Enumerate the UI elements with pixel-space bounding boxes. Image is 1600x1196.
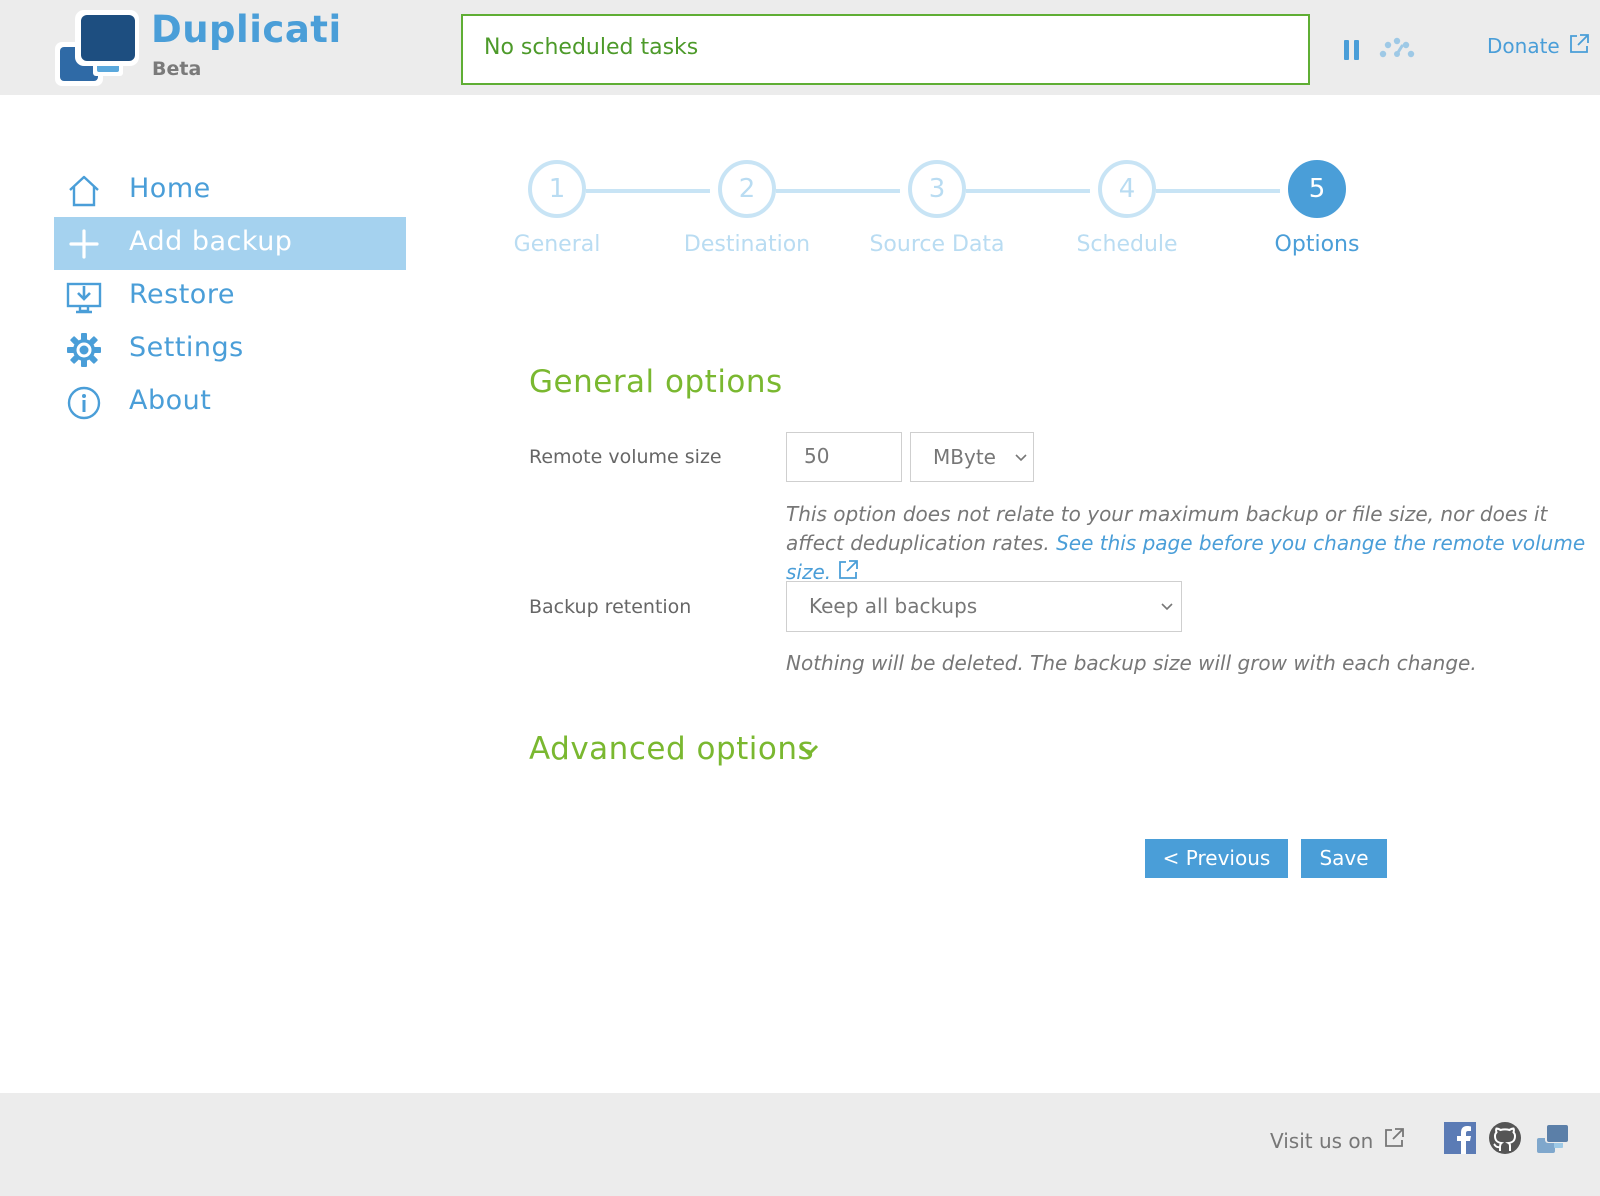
- step-label: Source Data: [869, 232, 1005, 257]
- duplicati-forum-icon[interactable]: [1536, 1121, 1570, 1155]
- pause-icon[interactable]: [1343, 38, 1361, 62]
- external-link-icon: [1385, 1128, 1404, 1147]
- sidebar-item-add-backup[interactable]: Add backup: [54, 217, 406, 270]
- donate-link[interactable]: Donate: [1487, 34, 1560, 58]
- facebook-icon[interactable]: [1443, 1121, 1477, 1155]
- throttle-icon[interactable]: [1378, 36, 1416, 60]
- backup-retention-help: Nothing will be deleted. The backup size…: [786, 651, 1477, 675]
- sidebar-item-restore[interactable]: Restore: [54, 270, 406, 323]
- step-source-data[interactable]: 3 Source Data: [842, 160, 1032, 257]
- sidebar-item-settings[interactable]: Settings: [54, 323, 406, 376]
- top-header: Duplicati Beta No scheduled tasks Donate: [0, 0, 1600, 95]
- step-options[interactable]: 5 Options: [1222, 160, 1412, 257]
- step-number: 5: [1288, 160, 1346, 218]
- wizard-stepper: 1 General 2 Destination 3 Source Data 4 …: [514, 160, 1400, 270]
- page-footer: Visit us on: [0, 1093, 1600, 1196]
- sidebar-item-home[interactable]: Home: [54, 164, 406, 217]
- step-number: 3: [908, 160, 966, 218]
- home-icon: [69, 175, 99, 207]
- remote-volume-size-input[interactable]: 50: [786, 432, 902, 482]
- backup-retention-label: Backup retention: [529, 596, 692, 618]
- chevron-down-icon: [1015, 454, 1027, 462]
- restore-icon: [66, 282, 102, 314]
- backup-retention-value: Keep all backups: [809, 594, 978, 618]
- gear-icon: [67, 333, 101, 367]
- sidebar-nav: Home Add backup Restore Settings About: [54, 164, 406, 429]
- sidebar-item-about[interactable]: About: [54, 376, 406, 429]
- duplicati-logo-icon[interactable]: [53, 8, 143, 86]
- volume-unit-value: MByte: [933, 445, 996, 469]
- status-text: No scheduled tasks: [484, 35, 699, 60]
- sidebar-item-label: Settings: [129, 332, 244, 363]
- step-number: 4: [1098, 160, 1156, 218]
- sidebar-item-label: Restore: [129, 279, 235, 310]
- general-options-heading: General options: [529, 364, 783, 400]
- sidebar-item-label: Home: [129, 173, 211, 204]
- chevron-down-icon[interactable]: [798, 742, 820, 758]
- sidebar-item-label: About: [129, 385, 212, 416]
- brand-subtitle: Beta: [152, 58, 202, 80]
- step-number: 2: [718, 160, 776, 218]
- remote-volume-help: This option does not relate to your maxi…: [786, 500, 1586, 587]
- step-destination[interactable]: 2 Destination: [652, 160, 842, 257]
- previous-button[interactable]: < Previous: [1145, 839, 1288, 878]
- step-general[interactable]: 1 General: [462, 160, 652, 257]
- step-schedule[interactable]: 4 Schedule: [1032, 160, 1222, 257]
- save-button[interactable]: Save: [1301, 839, 1387, 878]
- external-link-icon: [1570, 34, 1589, 53]
- backup-retention-select[interactable]: Keep all backups: [786, 581, 1182, 632]
- step-number: 1: [528, 160, 586, 218]
- advanced-options-toggle[interactable]: Advanced options: [529, 731, 814, 767]
- info-icon: [67, 386, 101, 420]
- visit-us-text: Visit us on: [1270, 1129, 1374, 1153]
- step-label: Destination: [683, 232, 811, 257]
- github-icon[interactable]: [1488, 1121, 1522, 1155]
- status-bar: No scheduled tasks: [461, 14, 1310, 85]
- sidebar-item-label: Add backup: [129, 226, 293, 257]
- chevron-down-icon: [1161, 603, 1173, 611]
- external-link-icon: [839, 560, 859, 579]
- step-label: Options: [1274, 232, 1360, 257]
- step-label: Schedule: [1076, 232, 1178, 257]
- brand-title: Duplicati: [151, 8, 342, 51]
- step-label: General: [513, 232, 601, 257]
- remote-volume-label: Remote volume size: [529, 446, 722, 468]
- volume-unit-select[interactable]: MByte: [910, 432, 1034, 482]
- plus-icon: [69, 229, 99, 259]
